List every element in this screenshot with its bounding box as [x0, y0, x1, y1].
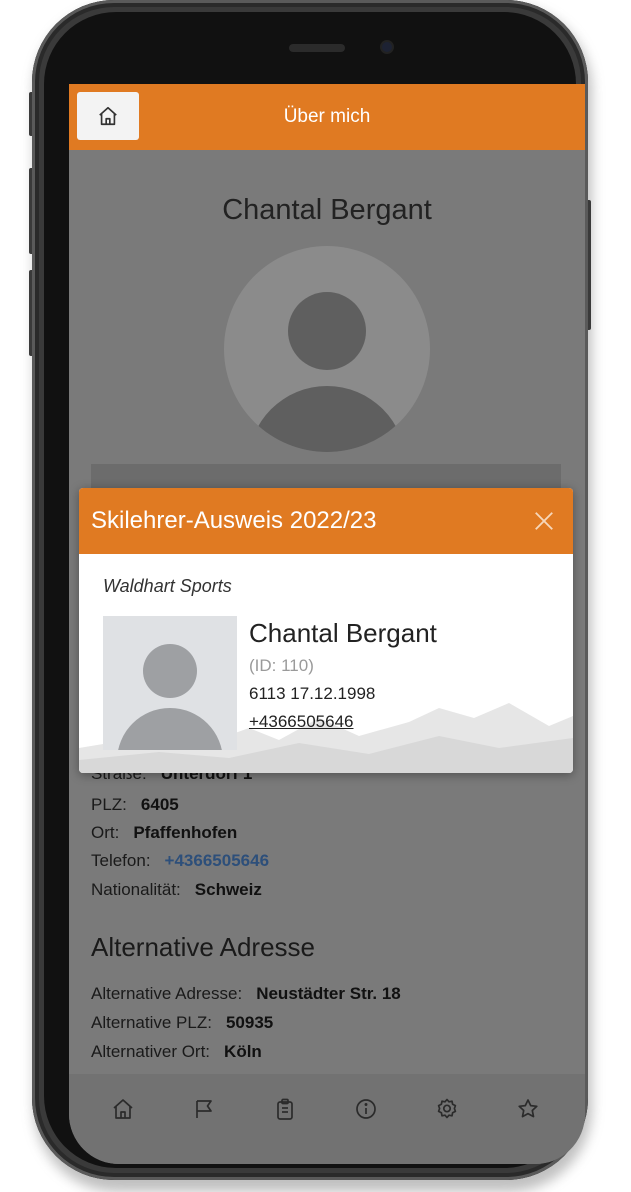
id-photo-head-shape: [143, 644, 197, 698]
info-icon: [356, 1099, 376, 1119]
alt-zip-value: 50935: [225, 1013, 274, 1032]
city-value: Pfaffenhofen: [133, 823, 238, 842]
id-card-id: (ID: 110): [249, 656, 314, 675]
phone-label: Telefon:: [91, 851, 151, 870]
nav-flag[interactable]: [187, 1092, 221, 1126]
nav-info[interactable]: [349, 1092, 383, 1126]
nav-favorites[interactable]: [511, 1092, 545, 1126]
alt-address-heading: Alternative Adresse: [91, 932, 316, 962]
nav-home[interactable]: [106, 1092, 140, 1126]
dialog-title: Skilehrer-Ausweis 2022/23: [91, 507, 377, 534]
id-card-birth-line: 6113 17.12.1998: [249, 684, 376, 703]
zip-row: PLZ: 6405: [91, 795, 179, 815]
alt-city-value: Köln: [224, 1042, 262, 1061]
home-button[interactable]: [77, 92, 139, 140]
page-title: Über mich: [283, 106, 371, 127]
avatar: [224, 246, 430, 452]
front-camera: [382, 42, 392, 52]
clipboard-icon: [277, 1098, 293, 1120]
company-name: Waldhart Sports: [103, 576, 232, 596]
close-icon: [535, 512, 553, 530]
id-photo-placeholder: [103, 616, 237, 750]
alt-zip-row: Alternative PLZ: 50935: [91, 1013, 273, 1033]
close-button[interactable]: [529, 506, 559, 536]
city-row: Ort: Pfaffenhofen: [91, 823, 237, 843]
flag-icon: [196, 1100, 212, 1118]
id-photo-body-shape: [117, 708, 223, 750]
speaker-grille: [289, 44, 345, 52]
avatar-head-shape: [288, 292, 366, 370]
nationality-value: Schweiz: [194, 880, 262, 899]
alt-city-row: Alternativer Ort: Köln: [91, 1042, 262, 1062]
nav-clipboard[interactable]: [268, 1092, 302, 1126]
home-icon: [113, 1099, 133, 1119]
home-icon: [99, 106, 117, 126]
alt-zip-label: Alternative PLZ:: [91, 1013, 212, 1032]
nav-settings[interactable]: [430, 1092, 464, 1126]
id-card-name: Chantal Bergant: [249, 618, 437, 648]
city-label: Ort:: [91, 823, 120, 842]
alt-address-label: Alternative Adresse:: [91, 984, 243, 1003]
alt-address-row: Alternative Adresse: Neustädter Str. 18: [91, 984, 401, 1004]
star-icon: [518, 1099, 538, 1118]
zip-value: 6405: [140, 795, 179, 814]
settings-icon: [437, 1098, 457, 1119]
nationality-label: Nationalität:: [91, 880, 181, 899]
phone-link[interactable]: +4366505646: [165, 851, 269, 870]
app-header: Über mich: [69, 84, 585, 150]
id-card-phone-link[interactable]: +4366505646: [249, 712, 353, 732]
avatar-body-shape: [248, 386, 406, 452]
dialog-header: Skilehrer-Ausweis 2022/23: [79, 488, 573, 554]
nationality-row: Nationalität: Schweiz: [91, 880, 262, 900]
phone-row: Telefon: +4366505646: [91, 851, 269, 871]
alt-city-label: Alternativer Ort:: [91, 1042, 211, 1061]
zip-label: PLZ:: [91, 795, 127, 814]
profile-name: Chantal Bergant: [222, 194, 432, 226]
bottom-nav: [69, 1074, 585, 1164]
id-card-dialog: Skilehrer-Ausweis 2022/23 Waldhart Sport…: [79, 488, 573, 773]
alt-address-value: Neustädter Str. 18: [256, 984, 401, 1003]
